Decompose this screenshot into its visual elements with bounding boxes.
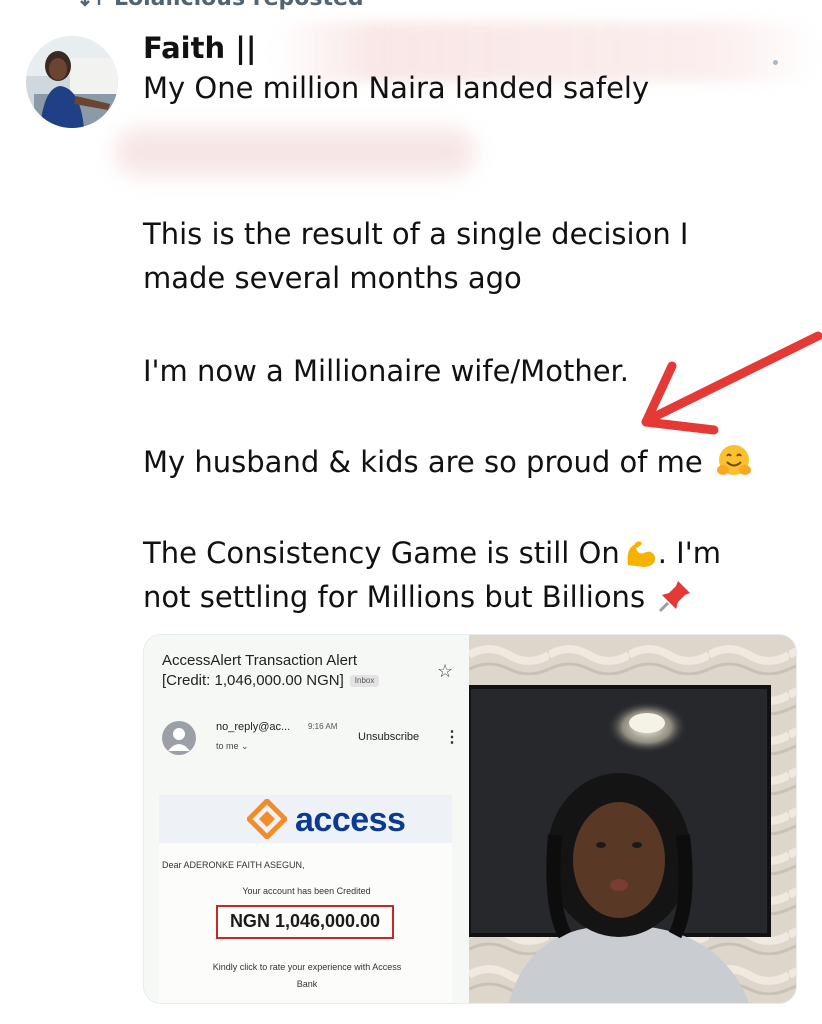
kebab-menu-icon: ⋮: [444, 729, 460, 746]
tweet-text-segment: not settling for Millions but Billions: [143, 580, 646, 614]
tweet-text-line: not settling for Millions but Billions: [143, 575, 803, 625]
email-screenshot: AccessAlert Transaction Alert [Credit: 1…: [144, 635, 469, 1003]
author-name[interactable]: Faith ||: [143, 28, 649, 68]
tweet-header: Faith || My One million Naira landed saf…: [143, 28, 649, 108]
recipient-label: to me: [216, 741, 239, 751]
amount-highlight-box: NGN 1,046,000.00: [216, 905, 394, 939]
tweet-text-segment: . I'm: [657, 536, 721, 570]
unsubscribe-link: Unsubscribe: [358, 731, 420, 743]
recipient: to me ⌄: [216, 741, 249, 752]
credited-message: Your account has been Credited: [242, 886, 371, 896]
bank-logo-text: access: [295, 801, 406, 839]
tweet-text-line: My husband & kids are so proud of me: [143, 440, 803, 490]
redaction-blur: [115, 128, 475, 176]
rate-experience-text: Kindly click to rate your experience wit…: [172, 959, 442, 993]
inbox-badge: Inbox: [349, 675, 380, 687]
email-subject-line: [Credit: 1,046,000.00 NGN]: [162, 672, 344, 689]
more-options-icon[interactable]: [773, 60, 778, 65]
chevron-down-icon: ⌄: [241, 741, 249, 751]
tweet-text-line: made several months ago: [143, 261, 522, 295]
tweet-text-line: This is the result of a single decision …: [143, 217, 689, 251]
rate-text-line: Bank: [296, 979, 318, 989]
email-greeting: Dear ADERONKE FAITH ASEGUN,: [162, 860, 305, 870]
sender-avatar-icon: [162, 721, 196, 755]
star-icon: ☆: [437, 661, 454, 681]
tweet-text-segment: My husband & kids are so proud of me: [143, 445, 703, 479]
email-subject: AccessAlert Transaction Alert [Credit: 1…: [162, 651, 380, 691]
avatar[interactable]: [26, 36, 118, 128]
red-arrow-annotation: [641, 331, 822, 435]
tweet-headline: My One million Naira landed safely: [143, 71, 650, 105]
repost-indicator: Lolalicious reposted: [80, 0, 364, 11]
hugging-face-icon: [716, 444, 752, 490]
repost-icon: [80, 0, 101, 7]
credited-amount: NGN 1,046,000.00: [229, 911, 381, 931]
rate-text-line: Kindly click to rate your experience wit…: [212, 962, 402, 972]
email-time: 9:16 AM: [308, 722, 338, 731]
access-logo-icon: [247, 799, 287, 839]
email-subject-line: AccessAlert Transaction Alert: [162, 652, 358, 669]
sender-name: no_reply@ac...: [216, 721, 291, 733]
tweet-media[interactable]: AccessAlert Transaction Alert [Credit: 1…: [143, 634, 797, 1004]
selfie-photo: [469, 635, 796, 1003]
tweet-text-line: The Consistency Game is still On . I'm: [143, 531, 803, 581]
pushpin-icon: [658, 579, 692, 625]
tweet-text-segment: The Consistency Game is still On: [143, 536, 620, 570]
repost-label: Lolalicious reposted: [114, 0, 364, 11]
bank-header: access: [159, 795, 452, 843]
